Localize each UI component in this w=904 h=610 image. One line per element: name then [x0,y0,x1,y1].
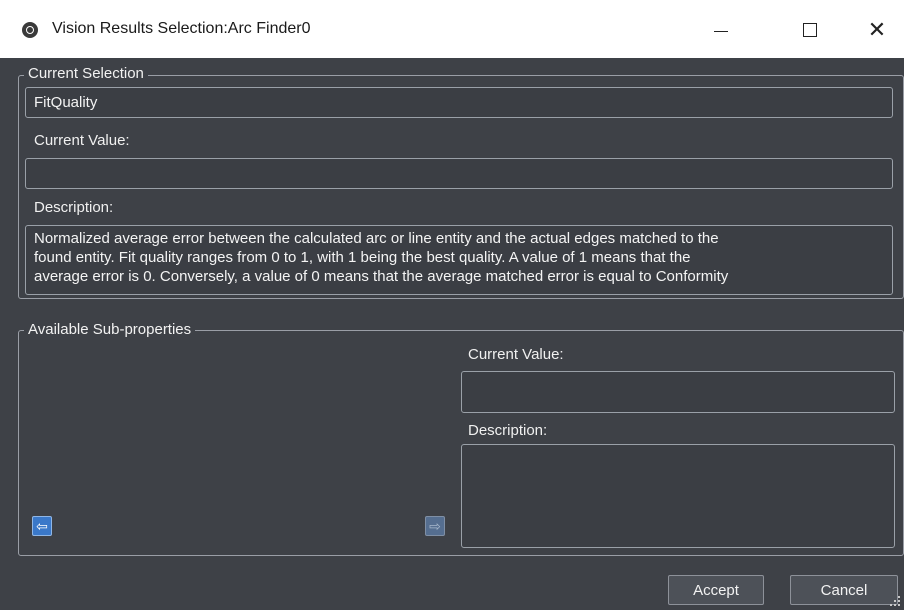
description-label: Description: [34,199,114,216]
selection-field: FitQuality [25,87,893,118]
minimize-icon [714,31,728,32]
current-selection-legend: Current Selection [24,65,148,82]
cancel-label: Cancel [820,582,868,599]
description-line: average error is 0. Conversely, a value … [34,268,729,285]
sub-current-value-label: Current Value: [468,346,564,363]
cancel-button[interactable]: Cancel [790,575,898,605]
description-text: Normalized average error between the cal… [34,229,884,286]
arrow-right-icon: ⇨ [429,518,441,534]
minimize-button[interactable] [700,14,744,46]
move-left-button[interactable]: ⇦ [32,516,52,536]
current-value-label: Current Value: [34,132,130,149]
close-button[interactable]: ✕ [855,14,899,46]
move-right-button[interactable]: ⇨ [425,516,445,536]
close-icon: ✕ [867,17,887,42]
current-value-field [25,158,893,189]
title-bar: Vision Results Selection:Arc Finder0 ✕ [0,0,904,58]
sub-description-label: Description: [468,422,548,439]
dialog-body: Current Selection FitQuality Current Val… [0,58,904,610]
maximize-button[interactable] [788,14,832,46]
description-field[interactable]: Normalized average error between the cal… [25,225,893,295]
app-icon [22,22,38,38]
arrow-left-icon: ⇦ [36,518,48,534]
window-title: Vision Results Selection:Arc Finder0 [52,20,311,37]
sub-current-value-field [461,371,895,413]
resize-grip-icon[interactable] [890,596,900,606]
selection-value: FitQuality [34,94,98,111]
accept-button[interactable]: Accept [668,575,764,605]
maximize-icon [803,23,817,37]
description-line: Normalized average error between the cal… [34,230,719,247]
sub-properties-legend: Available Sub-properties [24,321,196,338]
description-line: found entity. Fit quality ranges from 0 … [34,249,691,266]
sub-description-field[interactable] [461,444,895,548]
